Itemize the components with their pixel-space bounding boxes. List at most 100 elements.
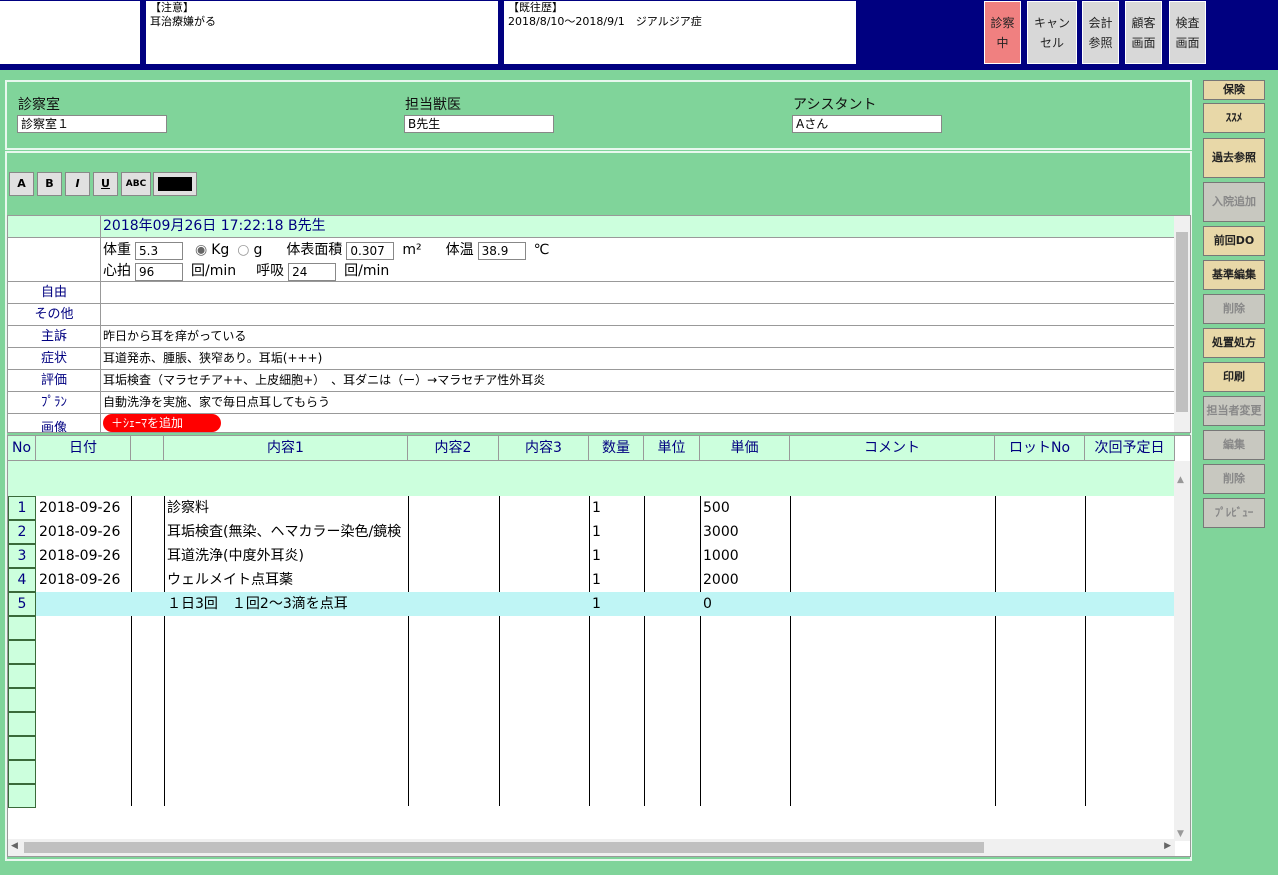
doctor-label: 担当獣医 (405, 97, 461, 113)
row-no: 1 (8, 496, 36, 520)
kg-radio[interactable]: ◉ (195, 240, 207, 261)
recommend-button[interactable]: ｽｽﾒ (1203, 103, 1265, 133)
color-picker[interactable] (153, 172, 197, 196)
assistant-field[interactable]: Aさん (792, 115, 942, 133)
row-date: 2018-09-26 (39, 500, 121, 516)
col-price[interactable]: 単価 (700, 436, 790, 461)
billing-grid: No 日付 内容1 内容2 内容3 数量 単位 単価 コメント ロットNo 次回… (7, 435, 1191, 857)
weight-label: 体重 (103, 242, 131, 258)
exam-screen-button[interactable]: 検査 画面 (1169, 1, 1206, 64)
grid-hscroll-thumb[interactable] (24, 842, 984, 853)
grid-filter-row (8, 461, 1175, 496)
strike-button[interactable]: ABC (121, 172, 151, 196)
bold-button[interactable]: B (37, 172, 62, 196)
col-content1[interactable]: 内容1 (164, 436, 408, 461)
scroll-left-icon[interactable]: ◀ (11, 841, 18, 851)
vitals-row: 体重 5.3 ◉ Kg ○ g 体表面積 0.307 m² 体温 38.9 ℃ … (8, 238, 1175, 282)
row-content: １日3回 １回2～3滴を点耳 (167, 596, 348, 612)
row-no: 5 (8, 592, 36, 616)
delete-button[interactable]: 削除 (1203, 294, 1265, 324)
karte-row-assessment[interactable]: 評価 耳垢検査（マラセチア++、上皮細胞+） 、耳ダニは（ー）→マラセチア性外耳炎 (8, 370, 1175, 392)
history-box: 【既往歴】 2018/8/10～2018/9/1 ジアルジア症 (504, 1, 856, 64)
treatment-prescription-button[interactable]: 処置処方 (1203, 328, 1265, 358)
bsa-field[interactable]: 0.307 (346, 241, 395, 260)
karte-area: 2018年09月26日 17:22:18 B先生 体重 5.3 ◉ Kg ○ g… (7, 215, 1191, 433)
preview-button[interactable]: ﾌﾟﾚﾋﾞｭｰ (1203, 498, 1265, 528)
row-date: 2018-09-26 (39, 572, 121, 588)
standard-edit-button[interactable]: 基準編集 (1203, 260, 1265, 290)
table-row-selected[interactable]: 5 １日3回 １回2～3滴を点耳 1 0 (8, 592, 1175, 616)
scroll-up-icon[interactable]: ▲ (1177, 475, 1184, 485)
row-date: 2018-09-26 (39, 548, 121, 564)
karte-scroll-thumb[interactable] (1176, 232, 1188, 412)
grid-vscroll[interactable]: ▲ ▼ (1174, 461, 1190, 841)
insurance-button[interactable]: 保険 (1203, 80, 1265, 100)
karte-row-symptom[interactable]: 症状 耳道発赤、腫脹、狭窄あり。耳垢(+++) (8, 348, 1175, 370)
past-reference-button[interactable]: 過去参照 (1203, 138, 1265, 178)
karte-row-image[interactable]: 画像 ＋ｼｪｰﾏを追加 (8, 414, 1175, 432)
karte-row-label: ﾌﾟﾗﾝ (8, 392, 101, 413)
karte-row-label: 症状 (8, 348, 101, 369)
info-panel (5, 80, 1192, 150)
karte-row-label: 主訴 (8, 326, 101, 347)
delete-2-button[interactable]: 削除 (1203, 464, 1265, 494)
karte-scrollbar[interactable] (1174, 216, 1190, 432)
hr-field[interactable]: 96 (135, 262, 183, 281)
karte-row-free[interactable]: 自由 (8, 282, 1175, 304)
table-row[interactable]: 1 2018-09-26 診察料 1 500 (8, 496, 1175, 520)
karte-header-cap (8, 216, 101, 237)
room-field[interactable]: 診察室１ (17, 115, 167, 133)
weight-field[interactable]: 5.3 (135, 241, 183, 260)
accounting-button[interactable]: 会計 参照 (1082, 1, 1119, 64)
underline-button[interactable]: U (93, 172, 118, 196)
col-date[interactable]: 日付 (36, 436, 131, 461)
col-comment[interactable]: コメント (790, 436, 995, 461)
karte-row-complaint[interactable]: 主訴 昨日から耳を痒がっている (8, 326, 1175, 348)
karte-header-row: 2018年09月26日 17:22:18 B先生 (8, 216, 1175, 238)
row-price: 0 (703, 596, 712, 612)
col-unit[interactable]: 単位 (644, 436, 700, 461)
col-content3[interactable]: 内容3 (499, 436, 589, 461)
row-qty: 1 (592, 572, 601, 588)
col-no[interactable]: No (8, 436, 36, 461)
rr-label: 呼吸 (256, 263, 285, 279)
col-next-date[interactable]: 次回予定日 (1085, 436, 1175, 461)
karte-row-value: 耳垢検査（マラセチア++、上皮細胞+） 、耳ダニは（ー）→マラセチア性外耳炎 (103, 373, 546, 387)
patient-box (0, 1, 140, 64)
col-blank[interactable] (131, 436, 164, 461)
table-row[interactable]: 4 2018-09-26 ウェルメイト点耳薬 1 2000 (8, 568, 1175, 592)
col-lot[interactable]: ロットNo (995, 436, 1085, 461)
row-date: 2018-09-26 (39, 524, 121, 540)
change-staff-button[interactable]: 担当者変更 (1203, 396, 1265, 426)
col-content2[interactable]: 内容2 (408, 436, 499, 461)
admission-add-button[interactable]: 入院追加 (1203, 182, 1265, 222)
italic-button[interactable]: I (65, 172, 90, 196)
grid-hscroll[interactable]: ◀ ▶ (8, 839, 1175, 856)
row-price: 1000 (703, 548, 739, 564)
temp-field[interactable]: 38.9 (477, 241, 526, 260)
top-bar: 【注意】 耳治療嫌がる 【既往歴】 2018/8/10～2018/9/1 ジアル… (0, 0, 1278, 70)
g-label: g (253, 242, 263, 258)
karte-row-plan[interactable]: ﾌﾟﾗﾝ 自動洗浄を実施、家で毎日点耳してもらう (8, 392, 1175, 414)
previous-do-button[interactable]: 前回DO (1203, 226, 1265, 256)
rr-field[interactable]: 24 (288, 262, 337, 281)
cancel-button[interactable]: キャン セル (1027, 1, 1077, 64)
karte-row-other[interactable]: その他 (8, 304, 1175, 326)
in-consultation-button[interactable]: 診察 中 (984, 1, 1021, 64)
print-button[interactable]: 印刷 (1203, 362, 1265, 392)
caution-label: 【注意】 (150, 1, 194, 14)
edit-button[interactable]: 編集 (1203, 430, 1265, 460)
g-radio[interactable]: ○ (237, 240, 249, 261)
table-row[interactable]: 3 2018-09-26 耳道洗浄(中度外耳炎) 1 1000 (8, 544, 1175, 568)
col-qty[interactable]: 数量 (589, 436, 644, 461)
row-content: ウェルメイト点耳薬 (167, 572, 293, 588)
hr-label: 心拍 (103, 263, 131, 279)
table-row[interactable]: 2 2018-09-26 耳垢検査(無染、ヘマカラー染色/鏡検 1 3000 (8, 520, 1175, 544)
doctor-field[interactable]: B先生 (404, 115, 554, 133)
font-button[interactable]: A (9, 172, 34, 196)
customer-screen-button[interactable]: 顧客 画面 (1125, 1, 1162, 64)
temp-unit: ℃ (533, 242, 550, 258)
scroll-down-icon[interactable]: ▼ (1177, 829, 1184, 839)
add-schema-button[interactable]: ＋ｼｪｰﾏを追加 (103, 414, 221, 432)
scroll-right-icon[interactable]: ▶ (1164, 841, 1171, 851)
